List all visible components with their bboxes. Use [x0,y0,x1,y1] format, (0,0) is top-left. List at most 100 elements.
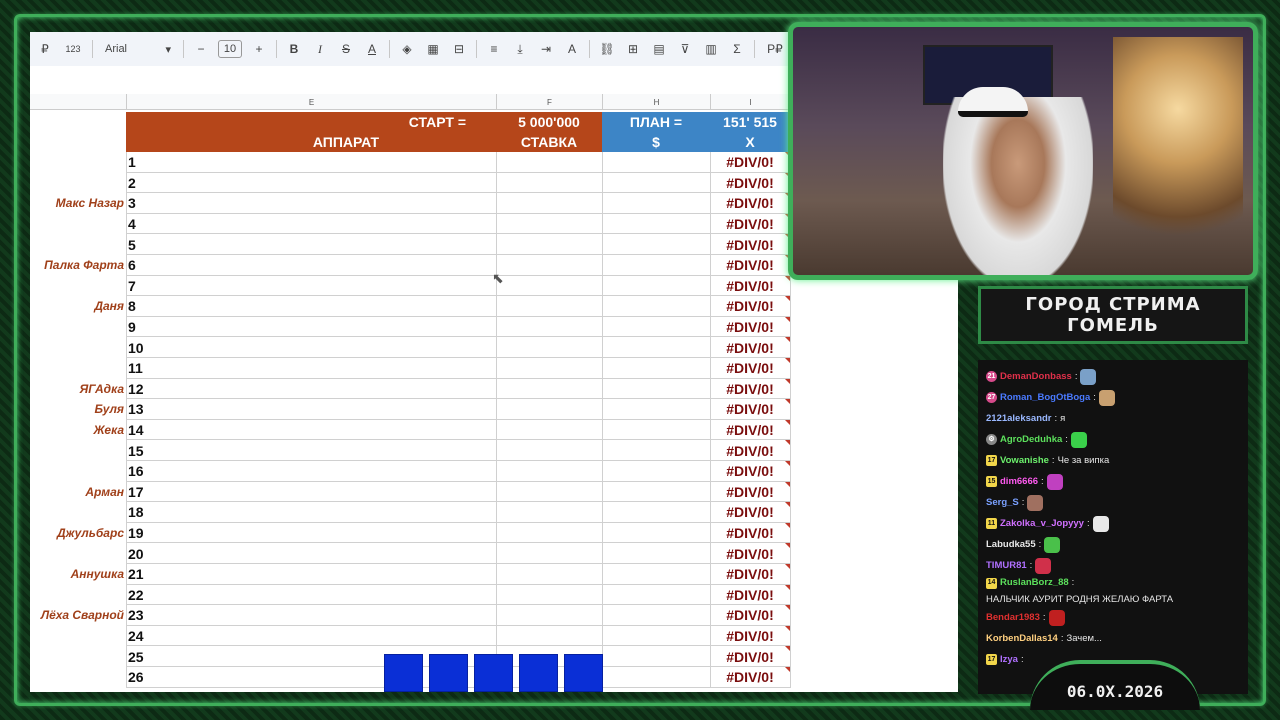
x-value-cell[interactable]: #DIV/0! [710,379,790,400]
font-size-input[interactable]: 10 [218,40,242,58]
chat-username[interactable]: KorbenDallas14 [986,632,1058,646]
row-number-cell[interactable]: 7 [128,276,136,297]
row-number-cell[interactable]: 23 [128,605,144,626]
row-number-cell[interactable]: 22 [128,585,144,606]
x-header[interactable]: X [710,132,790,152]
input-tools-button[interactable]: Р₽ [763,40,787,58]
x-value-cell[interactable]: #DIV/0! [710,234,790,255]
text-color-icon[interactable]: A [363,40,381,58]
chat-username[interactable]: Serg_S [986,496,1019,510]
row-number-cell[interactable]: 20 [128,543,144,564]
filter-icon[interactable]: ⊽ [676,40,694,58]
x-value-cell[interactable]: #DIV/0! [710,296,790,317]
row-number-cell[interactable]: 12 [128,379,144,400]
x-value-cell[interactable]: #DIV/0! [710,317,790,338]
filter-views-icon[interactable]: ▥ [702,40,720,58]
chat-username[interactable]: 2121aleksandr [986,412,1052,426]
column-header-i[interactable]: I [710,94,790,110]
vertical-align-icon[interactable]: ⤓ [511,40,529,58]
row-number-cell[interactable]: 8 [128,296,136,317]
x-value-cell[interactable]: #DIV/0! [710,605,790,626]
text-rotate-icon[interactable]: A [563,40,581,58]
plan-value-cell[interactable]: 151' 515 [710,112,790,132]
functions-icon[interactable]: Σ [728,40,746,58]
x-value-cell[interactable]: #DIV/0! [710,543,790,564]
x-value-cell[interactable]: #DIV/0! [710,502,790,523]
chat-username[interactable]: AgroDeduhka [1000,433,1062,447]
bold-icon[interactable]: B [285,40,303,58]
row-number-cell[interactable]: 14 [128,420,144,441]
x-value-cell[interactable]: #DIV/0! [710,276,790,297]
stavka-header[interactable]: СТАВКА [496,132,602,152]
x-value-cell[interactable]: #DIV/0! [710,461,790,482]
comment-icon[interactable]: ⊞ [624,40,642,58]
x-value-cell[interactable]: #DIV/0! [710,358,790,379]
row-number-cell[interactable]: 3 [128,193,136,214]
row-number-cell[interactable]: 1 [128,152,136,173]
row-number-cell[interactable]: 2 [128,173,136,194]
increase-font-button[interactable]: + [250,40,268,58]
decrease-font-button[interactable]: − [192,40,210,58]
link-icon[interactable]: ⛓ [598,40,616,58]
row-number-cell[interactable]: 16 [128,461,144,482]
start-value-cell[interactable]: 5 000'000 [496,112,602,132]
text-wrap-icon[interactable]: ⇥ [537,40,555,58]
chat-username[interactable]: dim6666 [1000,475,1038,489]
chat-username[interactable]: DemanDonbass [1000,370,1072,384]
chat-username[interactable]: Bendar1983 [986,611,1040,625]
chat-username[interactable]: Zakolka_v_Jopyyy [1000,517,1084,531]
align-left-icon[interactable]: ≡ [485,40,503,58]
x-value-cell[interactable]: #DIV/0! [710,255,790,276]
apparat-header[interactable]: АППАРАТ [126,132,496,152]
plan-label-cell[interactable]: ПЛАН = [602,112,710,132]
x-value-cell[interactable]: #DIV/0! [710,564,790,585]
row-number-cell[interactable]: 26 [128,667,144,688]
merge-cells-icon[interactable]: ⊟ [450,40,468,58]
start-label-cell[interactable]: СТАРТ = [126,112,496,132]
column-header-h[interactable]: H [602,94,710,110]
x-value-cell[interactable]: #DIV/0! [710,440,790,461]
x-value-cell[interactable]: #DIV/0! [710,523,790,544]
x-value-cell[interactable]: #DIV/0! [710,646,790,667]
column-header-e[interactable]: E [126,94,496,110]
x-value-cell[interactable]: #DIV/0! [710,193,790,214]
format-number-button[interactable]: 123 [62,40,84,58]
x-value-cell[interactable]: #DIV/0! [710,152,790,173]
row-number-cell[interactable]: 4 [128,214,136,235]
row-number-cell[interactable]: 5 [128,234,136,255]
strikethrough-icon[interactable]: S [337,40,355,58]
row-number-cell[interactable]: 6 [128,255,136,276]
chat-username[interactable]: TIMUR81 [986,559,1027,573]
fill-color-icon[interactable]: ◈ [398,40,416,58]
borders-icon[interactable]: ▦ [424,40,442,58]
x-value-cell[interactable]: #DIV/0! [710,173,790,194]
x-value-cell[interactable]: #DIV/0! [710,482,790,503]
x-value-cell[interactable]: #DIV/0! [710,626,790,647]
x-value-cell[interactable]: #DIV/0! [710,667,790,688]
row-number-cell[interactable]: 24 [128,626,144,647]
chat-username[interactable]: Roman_BogOtBoga [1000,391,1090,405]
x-value-cell[interactable]: #DIV/0! [710,337,790,358]
row-number-cell[interactable]: 13 [128,399,144,420]
font-family-select[interactable]: Arial ▾ [101,39,175,59]
dollar-header[interactable]: $ [602,132,710,152]
paint-format-icon[interactable]: ₽ [36,40,54,58]
row-number-cell[interactable]: 21 [128,564,144,585]
row-number-cell[interactable]: 25 [128,646,144,667]
italic-icon[interactable]: I [311,40,329,58]
chat-username[interactable]: Izya [1000,653,1018,667]
row-number-cell[interactable]: 11 [128,358,143,379]
row-number-cell[interactable]: 9 [128,317,136,338]
row-number-cell[interactable]: 10 [128,337,144,358]
chat-username[interactable]: Labudka55 [986,538,1036,552]
row-number-cell[interactable]: 18 [128,502,144,523]
chat-username[interactable]: RuslanBorz_88 [1000,576,1069,590]
x-value-cell[interactable]: #DIV/0! [710,420,790,441]
x-value-cell[interactable]: #DIV/0! [710,585,790,606]
row-number-cell[interactable]: 19 [128,523,144,544]
x-value-cell[interactable]: #DIV/0! [710,214,790,235]
chat-username[interactable]: Vowanishe [1000,454,1049,468]
x-value-cell[interactable]: #DIV/0! [710,399,790,420]
chart-icon[interactable]: ▤ [650,40,668,58]
row-number-cell[interactable]: 17 [128,482,144,503]
